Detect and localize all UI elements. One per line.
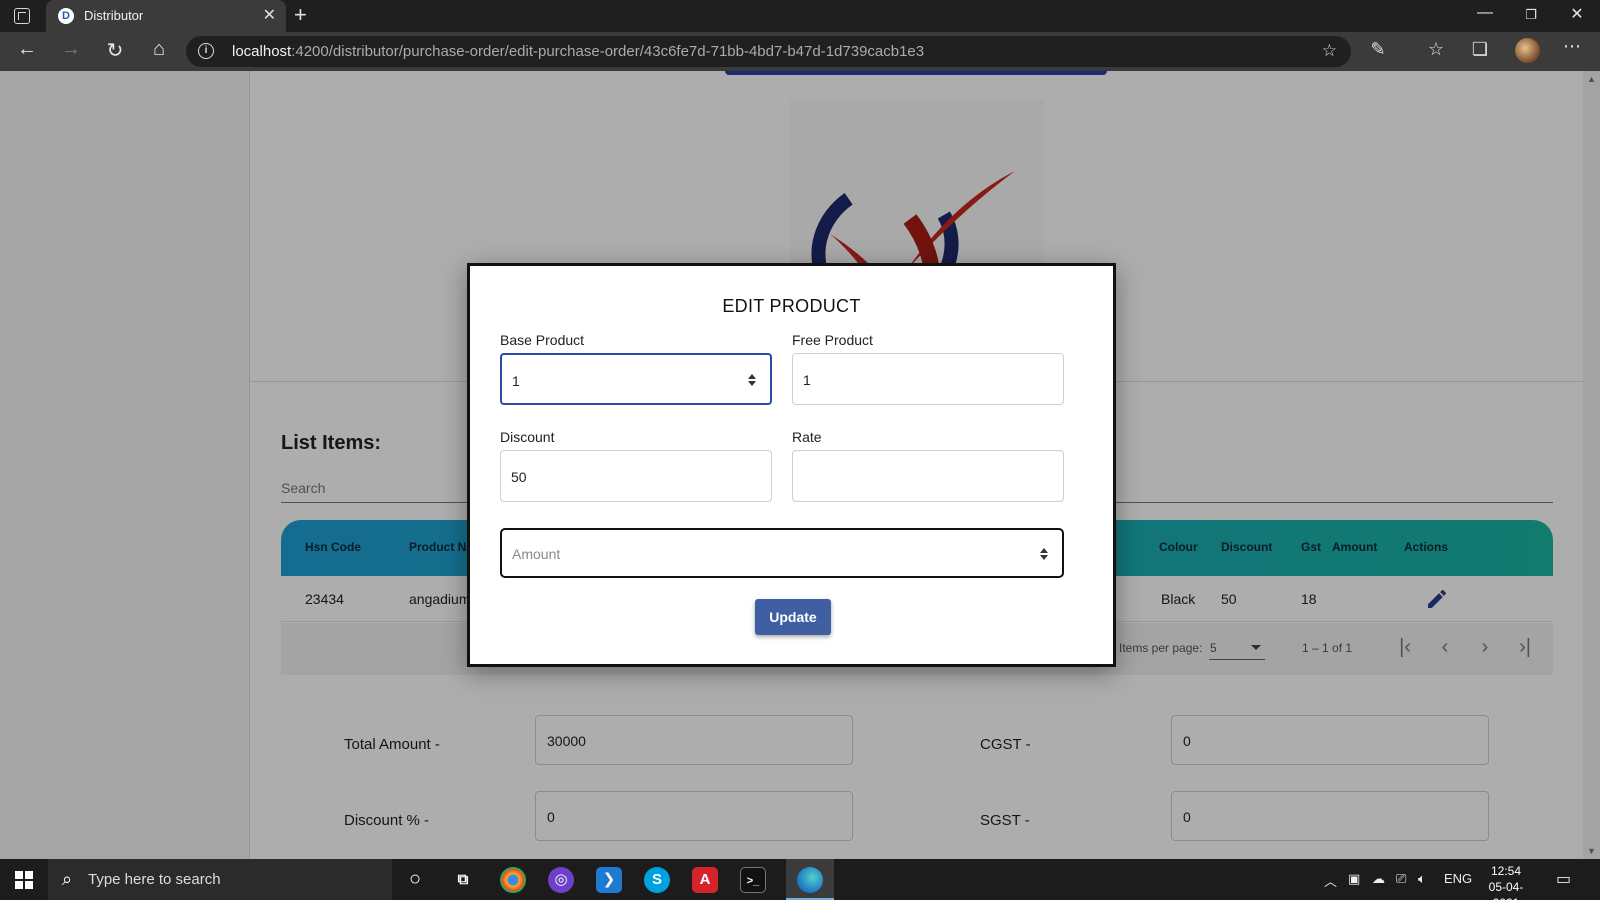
new-tab-icon[interactable]: +: [294, 2, 307, 28]
taskbar-search-placeholder: Type here to search: [88, 871, 221, 888]
volume-icon[interactable]: 🔈︎: [1418, 871, 1426, 887]
amount-input[interactable]: Amount: [500, 528, 1064, 578]
vscode-icon[interactable]: ❯: [596, 867, 622, 893]
url-text[interactable]: localhost:4200/distributor/purchase-orde…: [232, 43, 924, 60]
system-clock[interactable]: 12:54 05-04-2021: [1476, 863, 1536, 900]
rate-input[interactable]: [792, 450, 1064, 502]
free-product-input[interactable]: 1: [792, 353, 1064, 405]
base-product-value: 1: [512, 373, 520, 389]
forward-icon[interactable]: →: [58, 38, 84, 61]
tab-actions-icon[interactable]: [14, 8, 30, 24]
browser-tabbar: D Distributor ✕ + — ❐ ✕: [0, 0, 1600, 32]
extension-icon[interactable]: ✎: [1366, 39, 1390, 60]
meet-now-icon[interactable]: ▣: [1348, 871, 1360, 887]
address-bar[interactable]: i localhost:4200/distributor/purchase-or…: [186, 36, 1351, 67]
clock-date: 05-04-2021: [1488, 880, 1524, 900]
base-product-input[interactable]: 1: [500, 353, 772, 405]
dialog-title: EDIT PRODUCT: [722, 296, 861, 316]
minimize-icon[interactable]: —: [1470, 4, 1500, 22]
task-view-icon[interactable]: ⧉: [450, 867, 476, 893]
taskbar-search-box[interactable]: ⌕ Type here to search: [48, 859, 392, 900]
update-button[interactable]: Update: [755, 599, 831, 635]
edit-product-dialog: EDIT PRODUCT Base Product 1 Free Product…: [467, 263, 1116, 667]
edge-icon: [797, 867, 823, 893]
tab-title: Distributor: [84, 8, 144, 23]
home-icon[interactable]: ⌂: [146, 38, 172, 61]
free-product-value: 1: [803, 372, 811, 388]
edge-taskbar-item[interactable]: [786, 859, 834, 900]
language-indicator[interactable]: ENG: [1444, 871, 1472, 886]
amount-placeholder: Amount: [512, 546, 561, 562]
windows-taskbar: ⌕ Type here to search ○ ⧉ ◎ ❯ S A >_ ︿ ▣…: [0, 859, 1600, 900]
windows-start-icon[interactable]: [15, 871, 33, 889]
browser-toolbar: ← → ↻ ⌂ i localhost:4200/distributor/pur…: [0, 32, 1600, 71]
terminal-icon[interactable]: >_: [740, 867, 766, 893]
discount-input[interactable]: 50: [500, 450, 772, 502]
cortana-icon[interactable]: ○: [402, 867, 428, 893]
browser-tab[interactable]: D Distributor ✕: [46, 0, 286, 32]
github-desktop-icon[interactable]: ◎: [548, 867, 574, 893]
favorites-icon[interactable]: ☆: [1424, 39, 1448, 60]
chrome-icon[interactable]: [500, 867, 526, 893]
clock-time: 12:54: [1490, 864, 1522, 878]
collections-icon[interactable]: ❏: [1468, 39, 1492, 60]
angular-icon[interactable]: A: [692, 867, 718, 893]
url-path: :4200/distributor/purchase-order/edit-pu…: [291, 43, 925, 60]
more-menu-icon[interactable]: ⋯: [1560, 36, 1584, 57]
window-close-icon[interactable]: ✕: [1562, 4, 1592, 24]
restore-icon[interactable]: ❐: [1516, 7, 1546, 23]
notifications-icon[interactable]: ▭: [1556, 869, 1571, 889]
network-icon[interactable]: ⎚: [1396, 871, 1406, 887]
back-icon[interactable]: ←: [14, 38, 40, 61]
close-tab-icon[interactable]: ✕: [263, 5, 276, 25]
rate-label: Rate: [792, 429, 822, 445]
search-icon: ⌕: [62, 869, 73, 889]
base-product-label: Base Product: [500, 332, 585, 348]
favicon-icon: D: [58, 8, 74, 24]
tray-chevron-icon[interactable]: ︿: [1324, 871, 1337, 890]
discount-value: 50: [511, 469, 527, 485]
profile-avatar[interactable]: [1515, 38, 1540, 63]
add-favorite-icon[interactable]: ☆: [1322, 41, 1337, 61]
discount-label: Discount: [500, 429, 555, 445]
url-host: localhost: [232, 43, 292, 60]
refresh-icon[interactable]: ↻: [102, 38, 128, 63]
skype-icon[interactable]: S: [644, 867, 670, 893]
number-spinner-icon[interactable]: [748, 374, 756, 386]
free-product-label: Free Product: [792, 332, 873, 348]
onedrive-icon[interactable]: ☁: [1372, 871, 1385, 887]
number-spinner-icon[interactable]: [1040, 548, 1048, 560]
site-info-icon[interactable]: i: [198, 43, 214, 59]
